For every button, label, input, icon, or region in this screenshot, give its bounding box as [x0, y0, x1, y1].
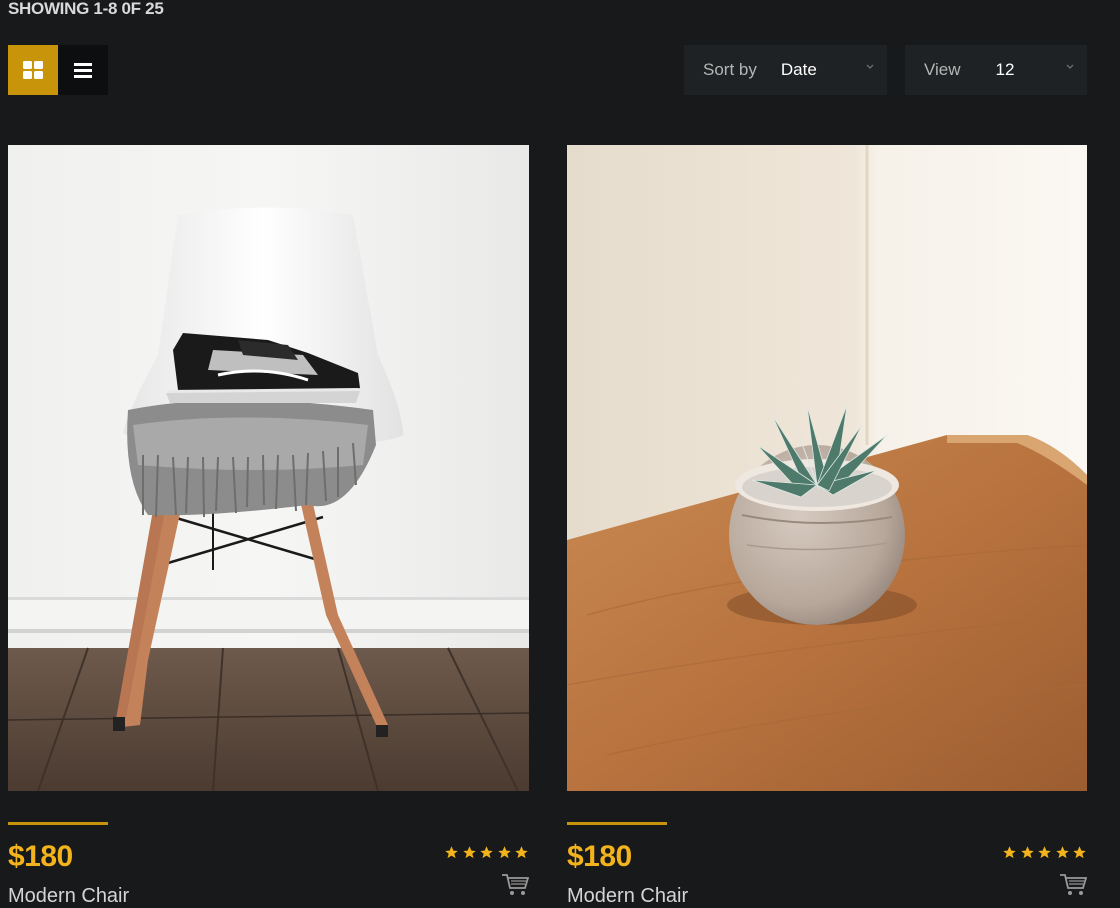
- star-icon: [1020, 846, 1034, 859]
- view-toggle: [8, 45, 108, 95]
- cart-icon[interactable]: [501, 872, 529, 896]
- product-image-chair[interactable]: [8, 145, 529, 791]
- rating-stars: [1002, 845, 1087, 860]
- cart-icon[interactable]: [1059, 872, 1087, 896]
- star-icon: [1003, 846, 1016, 859]
- product-card: $180 Modern Chair: [567, 145, 1087, 907]
- star-icon: [497, 846, 511, 859]
- sort-by-value: Date: [780, 60, 817, 79]
- accent-bar: [8, 822, 108, 825]
- product-price: $180: [567, 840, 632, 873]
- product-card: $180 Modern Chair: [8, 145, 529, 907]
- star-icon: [1073, 846, 1086, 859]
- list-view-button[interactable]: [58, 45, 108, 95]
- sort-by-label: Sort by: [703, 60, 757, 79]
- accent-bar: [567, 822, 667, 825]
- view-count-dropdown[interactable]: View 12: [905, 45, 1087, 95]
- star-icon: [1055, 846, 1069, 859]
- star-icon: [515, 846, 528, 859]
- view-count-value: 12: [995, 60, 1015, 79]
- star-icon: [462, 846, 476, 859]
- grid-view-button[interactable]: [8, 45, 58, 95]
- chevron-down-icon: [1066, 64, 1074, 69]
- product-price: $180: [8, 840, 73, 873]
- view-count-label: View: [924, 60, 961, 79]
- list-view-icon: [74, 62, 92, 78]
- star-icon: [480, 846, 493, 859]
- star-icon: [1038, 846, 1051, 859]
- product-image-succulent[interactable]: [567, 145, 1087, 791]
- product-name[interactable]: Modern Chair: [8, 885, 129, 908]
- chevron-down-icon: [866, 64, 874, 69]
- rating-stars: [444, 845, 529, 860]
- star-icon: [445, 846, 458, 859]
- grid-view-icon: [23, 61, 43, 79]
- results-count: SHOWING 1-8 0F 25: [8, 0, 164, 18]
- sort-by-dropdown[interactable]: Sort by Date: [684, 45, 887, 95]
- product-name[interactable]: Modern Chair: [567, 885, 688, 908]
